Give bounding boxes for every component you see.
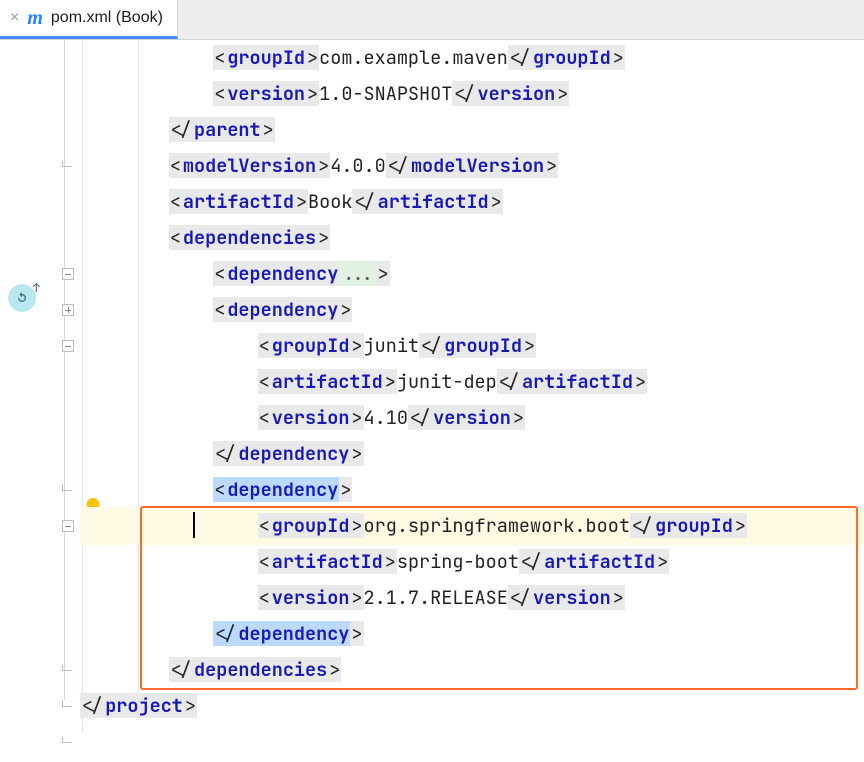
code-line[interactable]: <version>2.1.7.RELEASE</version> <box>80 580 864 616</box>
code-line[interactable]: <dependencies> <box>80 220 864 256</box>
fold-toggle-minus-icon[interactable] <box>0 328 80 364</box>
fold-end-icon[interactable] <box>0 724 80 760</box>
code-line[interactable]: <groupId>org.springframework.boot</group… <box>80 508 864 544</box>
fold-end-icon[interactable] <box>0 148 80 184</box>
code-line[interactable]: <version>1.0-SNAPSHOT</version> <box>80 76 864 112</box>
code-line[interactable]: <dependency...> <box>80 256 864 292</box>
gutter: ↑ <box>0 40 80 762</box>
editor[interactable]: ↑ <box>0 40 864 762</box>
code-line[interactable]: <groupId>com.example.maven</groupId> <box>80 40 864 76</box>
code-line[interactable]: </parent> <box>80 112 864 148</box>
fold-end-icon[interactable] <box>0 652 80 688</box>
maven-icon: m <box>27 7 43 30</box>
code-line[interactable]: <groupId>junit</groupId> <box>80 328 864 364</box>
code-line[interactable]: <artifactId>Book</artifactId> <box>80 184 864 220</box>
code-line[interactable]: </project> <box>80 688 864 724</box>
tab-bar: × m pom.xml (Book) <box>0 0 864 40</box>
gutter-fold-line <box>64 40 65 700</box>
code-line[interactable]: <version>4.10</version> <box>80 400 864 436</box>
code-line[interactable]: </dependency> <box>80 436 864 472</box>
code-line[interactable]: <artifactId>spring-boot</artifactId> <box>80 544 864 580</box>
code-line[interactable]: </dependency> <box>80 616 864 652</box>
code-line[interactable]: </dependencies> <box>80 652 864 688</box>
tab-pom-xml[interactable]: × m pom.xml (Book) <box>0 0 178 39</box>
fold-end-icon[interactable] <box>0 688 80 724</box>
code-line[interactable]: <dependency> <box>80 472 864 508</box>
code-line[interactable]: <dependency> <box>80 292 864 328</box>
maven-reload-icon[interactable]: ↑ <box>8 284 36 312</box>
code-line[interactable]: <artifactId>junit-dep</artifactId> <box>80 364 864 400</box>
code-area[interactable]: <groupId>com.example.maven</groupId> <ve… <box>80 40 864 762</box>
tab-title: pom.xml (Book) <box>51 9 163 27</box>
close-icon[interactable]: × <box>10 9 19 27</box>
fold-end-icon[interactable] <box>0 472 80 508</box>
fold-toggle-minus-icon[interactable] <box>0 508 80 544</box>
code-line[interactable]: <modelVersion>4.0.0</modelVersion> <box>80 148 864 184</box>
